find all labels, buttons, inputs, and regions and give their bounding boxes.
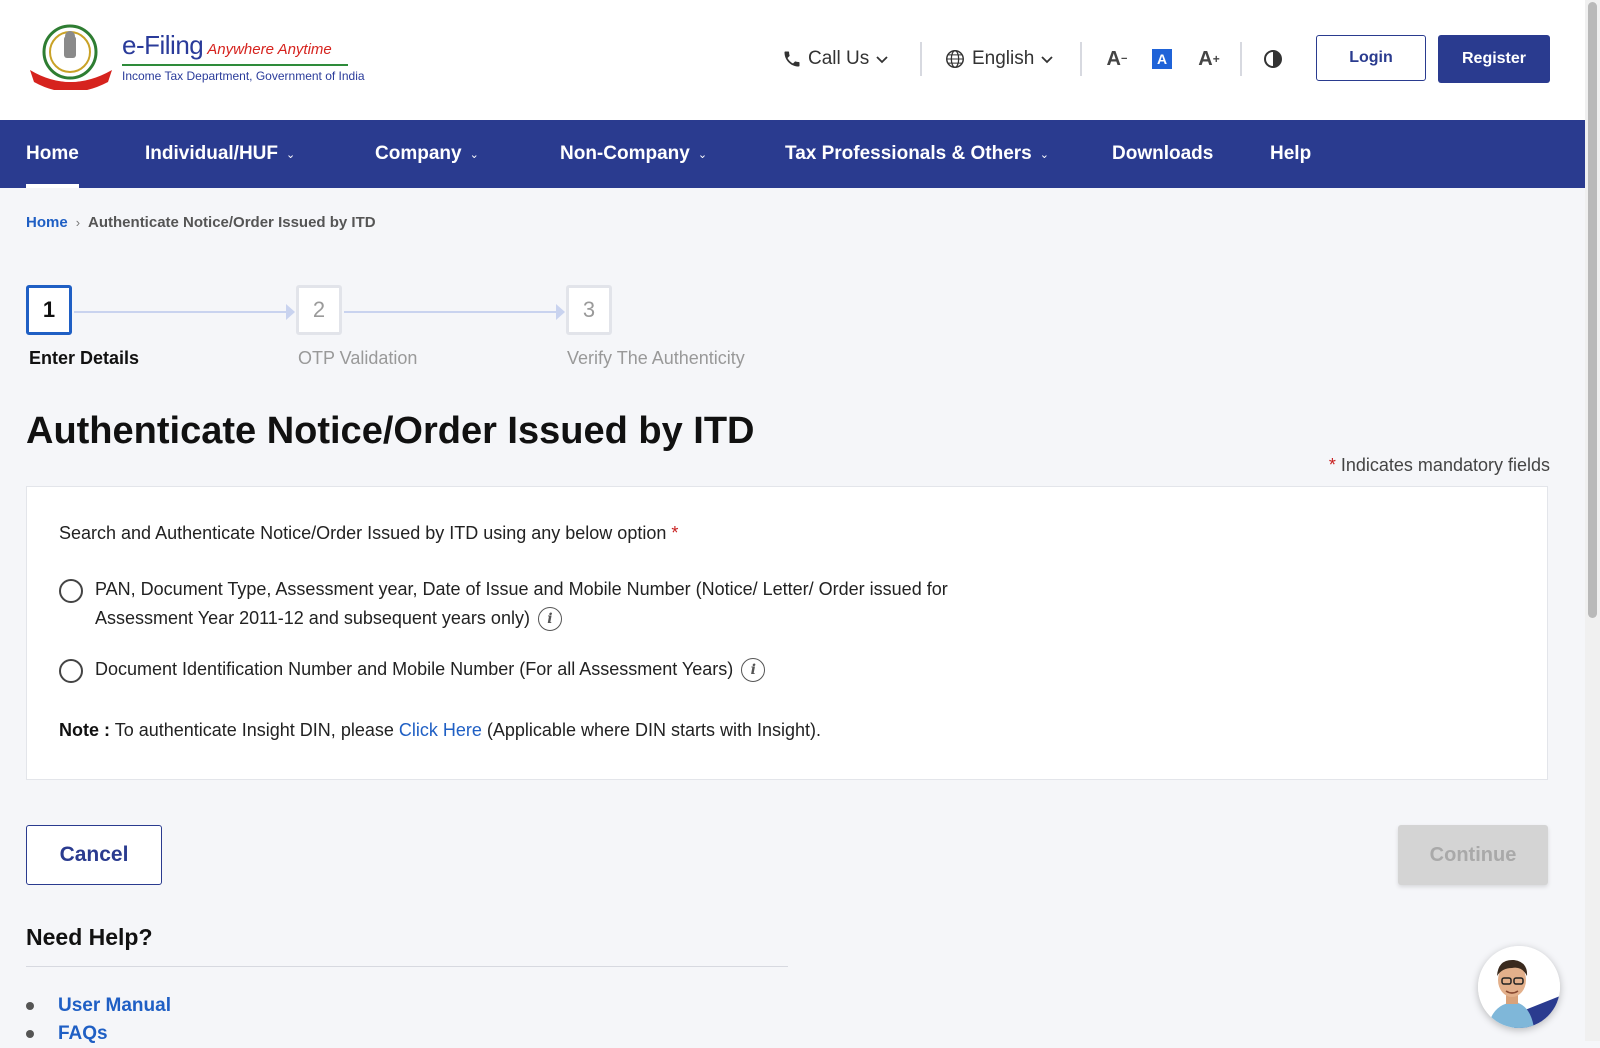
nav-label: Help [1270, 143, 1312, 164]
nav-item-company[interactable]: Company ⌄ [375, 120, 479, 188]
list-item: User Manual [26, 992, 171, 1020]
need-help-heading: Need Help? [26, 924, 153, 950]
chevron-down-icon: ⌄ [697, 148, 708, 161]
user-manual-link[interactable]: User Manual [58, 995, 171, 1017]
step-connector [74, 311, 288, 313]
nav-label: Individual/HUF [145, 143, 278, 164]
login-button[interactable]: Login [1316, 35, 1426, 81]
arrow-right-icon [556, 304, 565, 320]
e-filing-logo[interactable]: e-Filing Anywhere Anytime Income Tax Depa… [26, 24, 365, 94]
chatbot-avatar-button[interactable] [1478, 946, 1560, 1028]
step-2-indicator: 2 [296, 285, 342, 335]
help-links: User Manual FAQs [26, 992, 171, 1048]
bullet [26, 1002, 34, 1010]
default-font-button[interactable]: A [1152, 49, 1172, 69]
brand-tagline: Anywhere Anytime [207, 41, 332, 58]
breadcrumb-home-link[interactable]: Home [26, 214, 68, 231]
continue-button[interactable]: Continue [1398, 825, 1548, 885]
radio-pan-details[interactable] [59, 579, 83, 603]
option-pan-line2: Assessment Year 2011-12 and subsequent y… [95, 608, 530, 628]
nav-item-help[interactable]: Help [1270, 120, 1311, 188]
insight-din-note: Note : To authenticate Insight DIN, plea… [59, 720, 821, 741]
income-tax-emblem-icon [30, 24, 112, 90]
option-din-text: Document Identification Number and Mobil… [95, 655, 766, 684]
mandatory-fields-note: * Indicates mandatory fields [1329, 455, 1550, 476]
step-connector [344, 311, 558, 313]
chevron-down-icon [1041, 56, 1053, 64]
main-nav: Home Individual/HUF ⌄ Company ⌄ Non-Compan… [0, 120, 1585, 188]
option-pan-text: PAN, Document Type, Assessment year, Dat… [95, 575, 948, 633]
search-question: Search and Authenticate Notice/Order Iss… [59, 523, 678, 544]
nav-item-home[interactable]: Home [26, 120, 79, 188]
option-pan-line1: PAN, Document Type, Assessment year, Dat… [95, 579, 948, 599]
header-divider [1080, 42, 1082, 76]
contrast-toggle[interactable] [1260, 46, 1286, 72]
brand-underline [122, 64, 348, 66]
language-label: English [972, 48, 1035, 69]
arrow-right-icon [286, 304, 295, 320]
step-3-indicator: 3 [566, 285, 612, 335]
chevron-down-icon: ⌄ [1039, 148, 1049, 161]
nav-item-individual-huf[interactable]: Individual/HUF ⌄ [145, 120, 295, 188]
required-asterisk: * [671, 523, 679, 543]
nav-label: Downloads [1112, 143, 1214, 164]
step-1-label: Enter Details [29, 348, 140, 368]
decrease-font-button[interactable]: A − [1104, 46, 1130, 72]
phone-icon [784, 51, 800, 67]
option-din-line1: Document Identification Number and Mobil… [95, 659, 734, 679]
step-3-label: Verify The Authenticity [567, 348, 745, 368]
note-suffix: (Applicable where DIN starts with Insigh… [486, 720, 822, 740]
scrollbar-thumb[interactable] [1588, 2, 1597, 618]
list-item: FAQs [26, 1020, 171, 1048]
nav-label: Tax Professionals & Others [785, 143, 1032, 164]
call-us-dropdown[interactable]: Call Us [782, 48, 889, 70]
bullet [26, 1030, 34, 1038]
question-text: Search and Authenticate Notice/Order Iss… [59, 523, 667, 543]
info-icon[interactable]: i [537, 607, 562, 632]
step-1-indicator: 1 [26, 285, 72, 335]
click-here-link[interactable]: Click Here [399, 720, 482, 740]
breadcrumb: Home › Authenticate Notice/Order Issued … [26, 214, 376, 231]
nav-label: Company [375, 143, 462, 164]
increase-font-button[interactable]: A + [1196, 46, 1222, 72]
contrast-icon [1264, 50, 1282, 68]
note-prefix: To authenticate Insight DIN, please [114, 720, 394, 740]
nav-label: Non-Company [560, 143, 690, 164]
faqs-link[interactable]: FAQs [58, 1023, 108, 1045]
header-divider [1240, 42, 1242, 76]
radio-din[interactable] [59, 659, 83, 683]
nav-item-non-company[interactable]: Non-Company ⌄ [560, 120, 707, 188]
nav-item-tax-professionals[interactable]: Tax Professionals & Others ⌄ [785, 120, 1049, 188]
info-icon[interactable]: i [741, 658, 766, 683]
step-2-label: OTP Validation [298, 348, 418, 368]
option-din[interactable]: Document Identification Number and Mobil… [59, 655, 766, 684]
cancel-button[interactable]: Cancel [26, 825, 162, 885]
page-title: Authenticate Notice/Order Issued by ITD [26, 410, 755, 452]
mandatory-note-text: Indicates mandatory fields [1340, 455, 1550, 475]
chevron-down-icon: ⌄ [469, 148, 479, 161]
default-font-label: A [1156, 51, 1168, 67]
globe-icon [946, 50, 964, 68]
assistant-avatar-icon [1478, 946, 1560, 1028]
chevron-down-icon [876, 56, 888, 64]
help-divider [26, 966, 788, 967]
brand-name: e-Filing [122, 30, 204, 60]
decrease-font-label: A [1106, 47, 1121, 70]
language-dropdown[interactable]: English [944, 48, 1054, 70]
nav-label: Home [26, 143, 79, 164]
option-pan-details[interactable]: PAN, Document Type, Assessment year, Dat… [59, 575, 948, 633]
register-button[interactable]: Register [1438, 35, 1550, 83]
note-label: Note : [59, 720, 110, 740]
required-asterisk: * [1328, 455, 1336, 475]
brand-subtitle: Income Tax Department, Government of Ind… [122, 69, 365, 83]
chevron-down-icon: ⌄ [286, 148, 296, 161]
increase-font-label: A [1198, 47, 1213, 70]
site-header: e-Filing Anywhere Anytime Income Tax Depa… [0, 0, 1585, 120]
call-us-label: Call Us [808, 48, 870, 69]
search-options-card: Search and Authenticate Notice/Order Iss… [26, 486, 1548, 780]
chevron-right-icon: › [75, 215, 81, 230]
nav-item-downloads[interactable]: Downloads [1112, 120, 1213, 188]
header-divider [920, 42, 922, 76]
breadcrumb-current: Authenticate Notice/Order Issued by ITD [88, 214, 376, 231]
